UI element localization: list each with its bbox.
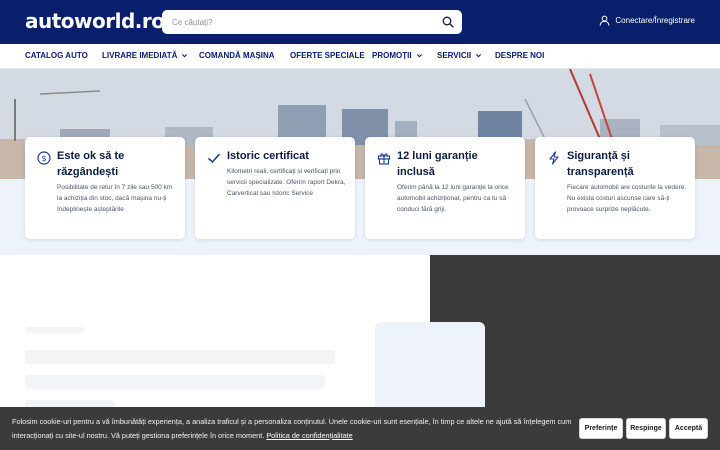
- nav-item-catalog-auto[interactable]: CATALOG AUTO: [25, 51, 88, 60]
- gift-icon: [377, 153, 391, 165]
- account-link[interactable]: Conectare/Înregistrare: [599, 15, 695, 26]
- main-nav: CATALOG AUTO LIVRARE IMEDIATĂ COMANDĂ MA…: [0, 44, 720, 69]
- search-icon[interactable]: [442, 16, 454, 28]
- privacy-policy-link[interactable]: Politica de confidențialitate: [266, 431, 352, 440]
- feature-card-warranty: 12 luni garanție inclusă Oferim până la …: [365, 137, 525, 239]
- feature-title: Siguranță și transparență: [567, 150, 634, 178]
- svg-text:$: $: [41, 154, 46, 163]
- nav-item-label: CATALOG AUTO: [25, 51, 88, 60]
- nav-item-label: SERVICII: [437, 51, 472, 60]
- faded-text-line: [25, 375, 325, 389]
- nav-item-despre-noi[interactable]: DESPRE NOI: [495, 51, 544, 60]
- promo-card: [375, 322, 485, 412]
- feature-card-transparency: Siguranță și transparență Fiecare automo…: [535, 137, 695, 239]
- nav-item-label: LIVRARE IMEDIATĂ: [102, 51, 178, 60]
- feature-text: Fiecare automobil are costurile la veder…: [567, 184, 687, 213]
- search-input[interactable]: [172, 10, 432, 34]
- nav-item-label: PROMOȚII: [372, 51, 412, 60]
- feature-title: Este ok să te răzgândești: [57, 150, 125, 178]
- reject-button[interactable]: Respinge: [626, 418, 666, 439]
- nav-item-promotii[interactable]: PROMOȚII: [372, 51, 423, 60]
- feature-card-history: Istoric certificat Kilometri reali, cert…: [195, 137, 355, 239]
- chevron-down-icon: [416, 54, 422, 58]
- feature-title: Istoric certificat: [227, 150, 309, 162]
- chevron-down-icon: [476, 54, 482, 58]
- account-label: Conectare/Înregistrare: [615, 16, 695, 25]
- feature-text: Posibilitate de retur în 7 zile sau 500 …: [57, 184, 173, 213]
- accept-button[interactable]: Acceptă: [669, 418, 708, 439]
- cookie-message: Folosim cookie-uri pentru a vă îmbunătăț…: [12, 415, 572, 443]
- cookie-banner: Folosim cookie-uri pentru a vă îmbunătăț…: [0, 407, 720, 450]
- user-icon: [600, 15, 610, 26]
- faded-text-line: [25, 327, 85, 333]
- chevron-down-icon: [182, 54, 188, 58]
- faded-text-line: [25, 350, 335, 364]
- nav-item-label: COMANDĂ MAȘINA: [199, 51, 275, 60]
- feature-title: 12 luni garanție inclusă: [397, 150, 478, 178]
- preferences-button[interactable]: Preferințe: [579, 418, 623, 439]
- nav-item-livrare-imediata[interactable]: LIVRARE IMEDIATĂ: [102, 51, 188, 60]
- feature-text: Oferim până la 12 luni garanție la orice…: [397, 184, 509, 213]
- nav-item-comanda-masina[interactable]: COMANDĂ MAȘINA: [199, 51, 275, 60]
- nav-item-servicii[interactable]: SERVICII: [437, 51, 482, 60]
- lightning-icon: [549, 151, 559, 165]
- site-logo[interactable]: autoworld.ro: [25, 9, 165, 33]
- top-header: autoworld.ro Conectare/Înregistrare: [0, 0, 720, 44]
- dollar-circle-icon: $: [37, 151, 51, 165]
- nav-item-oferte-speciale[interactable]: OFERTE SPECIALE: [290, 51, 365, 60]
- search-bar: [162, 10, 462, 34]
- feature-card-return: $ Este ok să te răzgândești Posibilitate…: [25, 137, 185, 239]
- nav-item-label: OFERTE SPECIALE: [290, 51, 365, 60]
- check-icon: [208, 153, 221, 164]
- feature-text: Kilometri reali, certificați și verifica…: [227, 168, 346, 197]
- nav-item-label: DESPRE NOI: [495, 51, 545, 60]
